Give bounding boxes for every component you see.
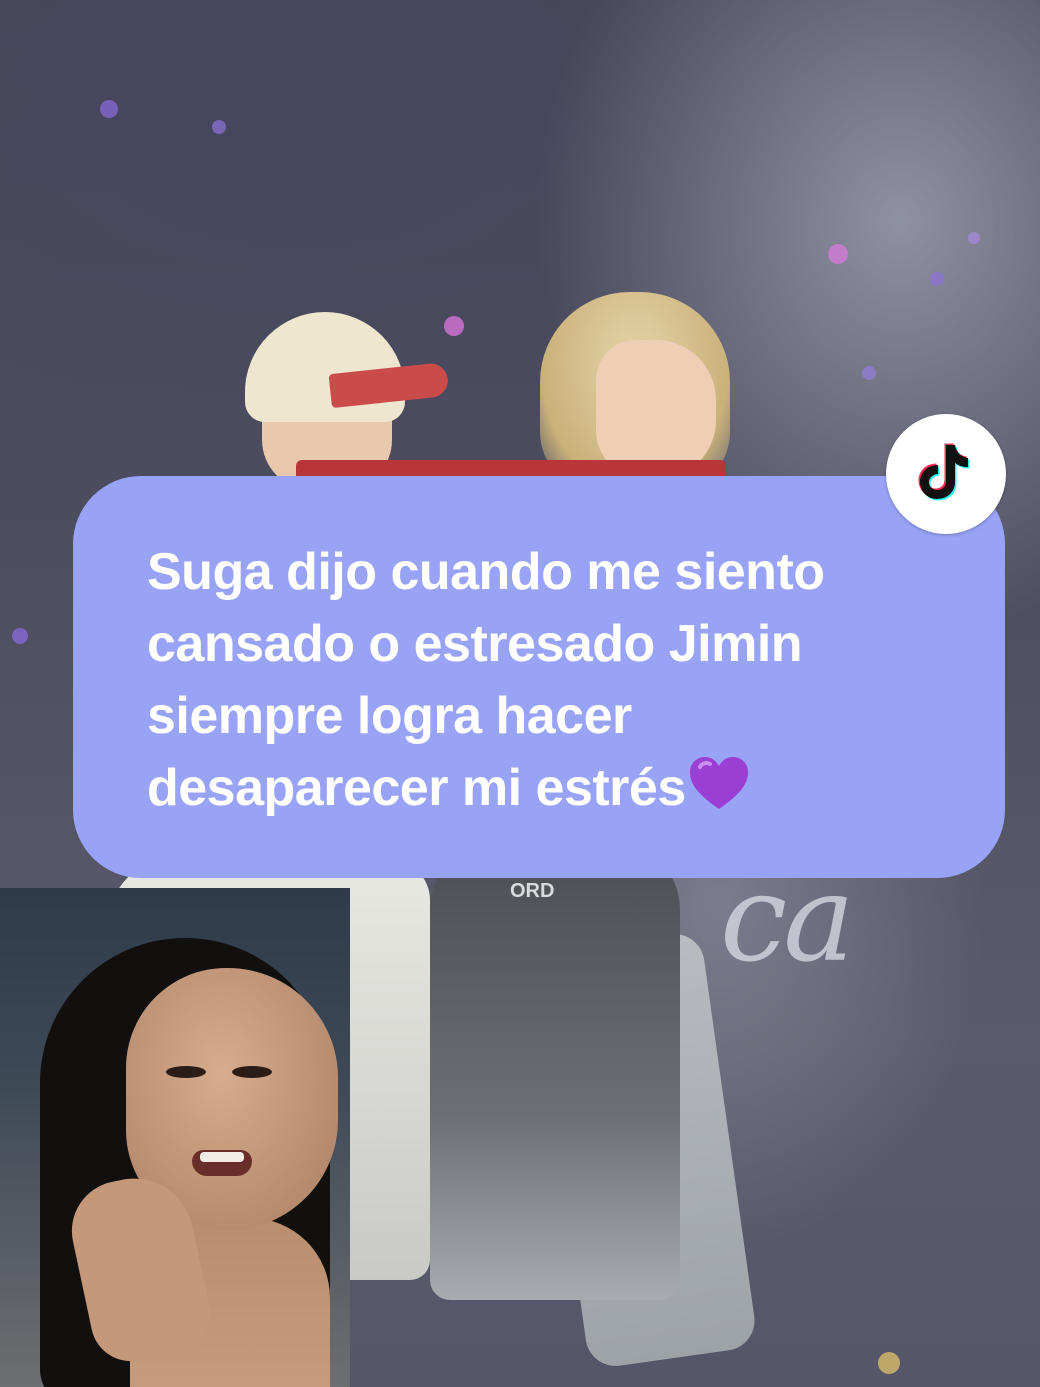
tiktok-logo-icon (918, 441, 974, 508)
tiktok-badge[interactable] (886, 414, 1006, 534)
caption-bubble: Suga dijo cuando me siento cansado o est… (73, 476, 1005, 878)
reaction-person-eye (232, 1066, 272, 1078)
caption-line: Suga dijo cuando me siento (147, 543, 825, 601)
reaction-person-teeth (200, 1152, 244, 1162)
performer-right-face (596, 340, 716, 480)
reaction-camera-overlay (0, 888, 350, 1387)
shirt-print: ORD (510, 880, 555, 902)
performer-right-body (430, 840, 680, 1300)
performer-left-cap (245, 312, 405, 422)
stage-light (828, 244, 848, 264)
caption-line: siempre logra hacer (147, 687, 632, 745)
stage-light (212, 120, 226, 134)
caption-line: desaparecer mi estrés (147, 759, 686, 817)
stage-light (100, 100, 118, 118)
stage-light (444, 316, 464, 336)
stage-light (862, 366, 876, 380)
reaction-person-eye (166, 1066, 206, 1078)
stage-light (930, 272, 944, 286)
stage-light (878, 1352, 900, 1374)
caption-text: Suga dijo cuando me siento cansado o est… (147, 536, 945, 830)
stage-light (12, 628, 28, 644)
caption-line: cansado o estresado Jimin (147, 615, 803, 673)
stage-light (968, 232, 980, 244)
purple-heart-icon (688, 755, 750, 830)
